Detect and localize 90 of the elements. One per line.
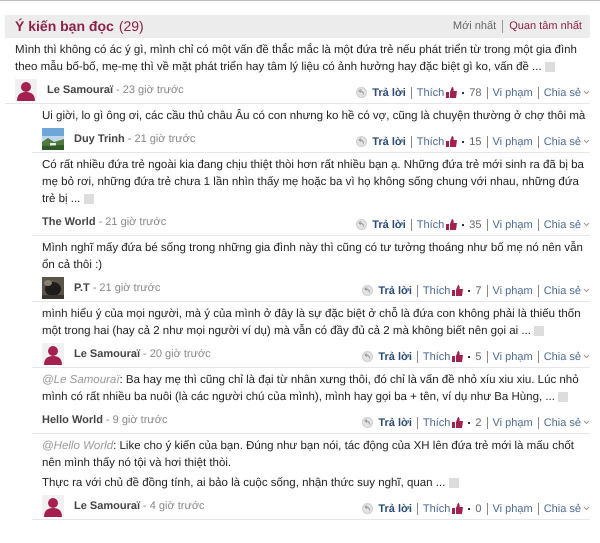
reply-icon: [362, 417, 374, 428]
reply-link[interactable]: Trả lời: [372, 218, 406, 230]
timestamp: - 21 giờ trước: [98, 216, 166, 228]
share-link[interactable]: Chia sẻ: [544, 136, 581, 148]
comment-text: @Hello World: Like cho ý kiến của bạn. Đúng như bạn nói, tác động của XH lên đứa trẻ mới là mấu chốt nên mình thấy nó tội và hơi thiệt thòi.: [42, 439, 575, 471]
thumbs-up-icon: [452, 351, 464, 362]
caret-icon: [583, 90, 590, 95]
report-link[interactable]: Vi phạm: [492, 502, 533, 514]
comment-text: Ui giời, lo gì ông ơi, các cầu thủ châu Âu có con nhưng ko hề có vợ, cũng là chuyện thường ở chợ thôi mà: [42, 108, 586, 124]
like-count: 15: [469, 136, 482, 148]
share-link[interactable]: Chia sẻ: [544, 218, 581, 230]
share-link[interactable]: Chia sẻ: [544, 350, 581, 362]
reply-icon: [356, 87, 368, 98]
like-link[interactable]: Thích: [422, 502, 450, 514]
section-title: Ý kiến bạn đọc: [15, 18, 114, 34]
report-link[interactable]: Vi phạm: [492, 136, 533, 148]
sort-link[interactable]: Quan tâm nhất: [509, 20, 582, 32]
share-link[interactable]: Chia sẻ: [544, 416, 581, 428]
reply-icon: [362, 285, 374, 296]
like-count: 78: [469, 86, 482, 98]
author-name[interactable]: Duy Trinh: [74, 133, 125, 145]
reply-link[interactable]: Trả lời: [378, 284, 412, 296]
thumbs-up-icon: [446, 136, 458, 147]
comment-text: Mình nghĩ mấy đứa bé sống trong những gia đình này thì cũng có tư tưởng thoáng như bố mẹ nó nên vẫn ổn cả thôi :): [42, 240, 584, 273]
timestamp: - 21 giờ trước: [92, 282, 160, 294]
report-link[interactable]: Vi phạm: [492, 86, 533, 98]
like-count: 7: [475, 284, 482, 296]
report-link[interactable]: Vi phạm: [492, 284, 533, 296]
author-name[interactable]: The World: [42, 216, 96, 228]
timestamp: - 20 giờ trước: [143, 348, 211, 360]
thumbs-up-icon: [446, 219, 458, 230]
like-link[interactable]: Thích: [416, 86, 444, 98]
reply-link[interactable]: Trả lời: [372, 86, 406, 98]
timestamp: - 4 giờ trước: [143, 500, 205, 512]
author-name[interactable]: P.T: [74, 282, 90, 294]
reply-link[interactable]: Trả lời: [372, 136, 406, 148]
like-link[interactable]: Thích: [422, 284, 450, 296]
share-link[interactable]: Chia sẻ: [544, 502, 581, 514]
sort-link[interactable]: Mới nhất: [452, 20, 496, 32]
timestamp: - 23 giờ trước: [116, 84, 184, 96]
comment-text: @Le Samouraï: Ba hay mẹ thì cũng chỉ là đại từ nhân xưng thôi, đó chỉ là vấn đề nhỏ xíu xiu xiu. Lúc nhỏ mình có rất nhiều ba nuôi (là các người chú của mình), mình hay gọi ba + tên, ví dụ như Ba Hùng, ...: [42, 373, 580, 405]
avatar-icon: [15, 79, 37, 101]
author-name[interactable]: Le Samouraï: [74, 348, 140, 360]
report-link[interactable]: Vi phạm: [492, 416, 533, 428]
report-link[interactable]: Vi phạm: [492, 350, 533, 362]
comment-text: Có rất nhiều đứa trẻ ngoài kia đang chịu thiệt thòi hơn rất nhiều bạn ạ. Những đứa trẻ mới sinh ra đã bị ba mẹ bỏ rơi, những đứa trẻ chưa 1 lần nhìn thấy mẹ hoặc ba vì họ không sống chung với nhau, những đứa trẻ bị ...: [42, 158, 585, 207]
author-name[interactable]: Le Samouraï: [47, 84, 114, 96]
like-count: 5: [475, 350, 482, 362]
thumbs-up-icon: [446, 87, 458, 98]
like-count: 2: [475, 416, 482, 428]
avatar-icon: [42, 495, 64, 517]
timestamp: - 9 giờ trước: [106, 414, 168, 426]
share-link[interactable]: Chia sẻ: [544, 284, 581, 296]
timestamp: - 21 giờ trước: [128, 133, 196, 145]
thumbs-up-icon: [452, 503, 464, 514]
report-link[interactable]: Vi phạm: [492, 218, 533, 230]
thumbs-up-icon: [452, 285, 464, 296]
comment-text: mình hiểu ý của mọi người, mà ý của mình ở đây là sự đặc biệt ở chỗ là đứa con không phải là thiếu thốn một trong hai (hay cả 2 như mọi người ví dụ) mà vẫn có đầy đủ cả 2 mà không biết nên gọi ai ...: [42, 306, 582, 339]
share-link[interactable]: Chia sẻ: [544, 86, 581, 98]
expand-icon[interactable]: [84, 194, 94, 204]
like-count: 0: [475, 502, 482, 514]
comment-text: Thực ra với chủ đề đồng tính, ai bảo là cuộc sống, nhận thức suy nghĩ, quan ...: [42, 475, 590, 492]
like-link[interactable]: Thích: [422, 416, 450, 428]
caret-icon: [583, 506, 590, 511]
caret-icon: [583, 222, 590, 227]
reply-icon: [362, 503, 374, 514]
expand-icon[interactable]: [544, 62, 555, 72]
expand-icon[interactable]: [448, 478, 459, 488]
author-name[interactable]: Hello World: [42, 414, 103, 426]
caret-icon: [583, 288, 590, 293]
comment-count: (29): [118, 18, 144, 34]
reply-link[interactable]: Trả lời: [378, 416, 412, 428]
caret-icon: [583, 354, 590, 359]
expand-icon[interactable]: [534, 326, 544, 336]
author-name[interactable]: Le Samouraï: [74, 500, 140, 512]
like-count: 35: [469, 218, 482, 230]
reply-icon: [362, 351, 374, 362]
like-link[interactable]: Thích: [416, 218, 444, 230]
reply-icon: [356, 136, 368, 147]
reply-link[interactable]: Trả lời: [378, 350, 412, 362]
avatar-icon: [42, 343, 64, 365]
caret-icon: [583, 139, 590, 144]
comment-text: Mình thì không có ác ý gì, mình chỉ có một vấn đề thắc mắc là một đứa trẻ nếu phát triển từ trong một gia đình theo mẫu bố-bố, mẹ-mẹ thì về mặt phát triển hay tâm lý liệu có ảnh hưởng hay đặc biệt gì ko, vấn đề ...: [15, 42, 578, 75]
like-link[interactable]: Thích: [422, 350, 450, 362]
like-link[interactable]: Thích: [416, 136, 444, 148]
reply-link[interactable]: Trả lời: [378, 502, 412, 514]
caret-icon: [583, 420, 590, 425]
expand-icon[interactable]: [558, 392, 568, 402]
reply-icon: [356, 219, 368, 230]
thumbs-up-icon: [452, 417, 464, 428]
